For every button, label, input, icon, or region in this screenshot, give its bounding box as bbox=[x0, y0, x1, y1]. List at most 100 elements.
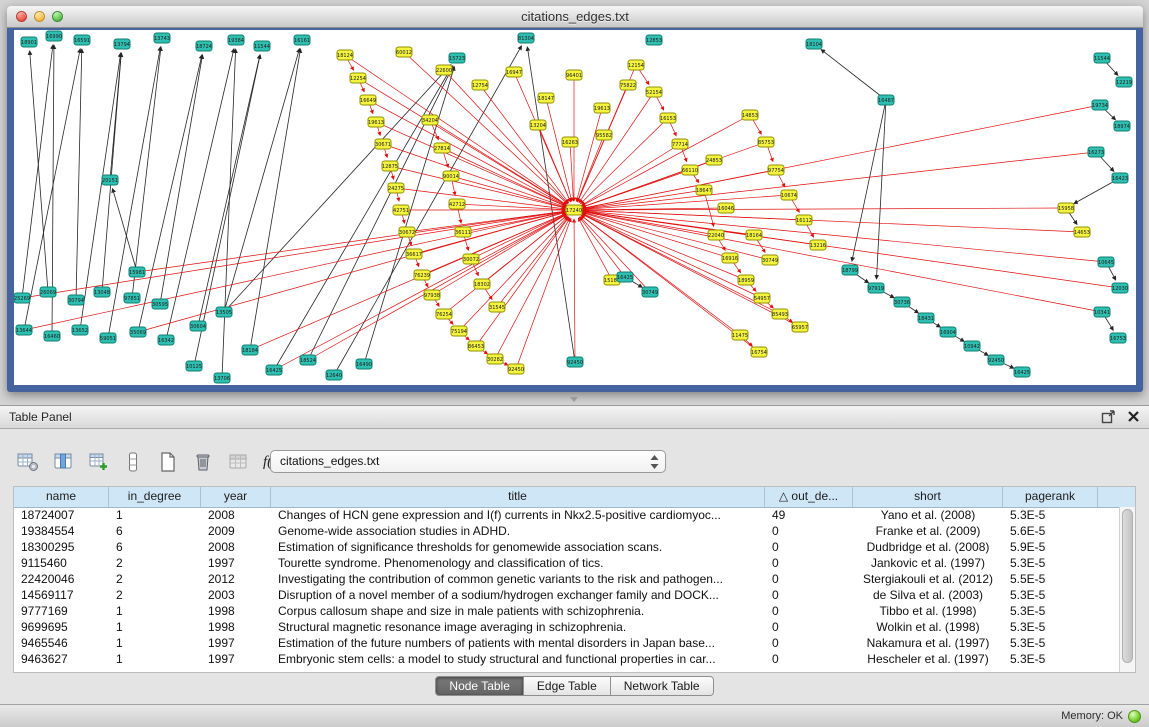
float-panel-icon[interactable] bbox=[1101, 409, 1116, 424]
column-visibility-icon[interactable] bbox=[51, 450, 75, 474]
network-edge[interactable] bbox=[583, 211, 1120, 288]
network-edge[interactable] bbox=[24, 212, 565, 330]
delete-table-icon[interactable] bbox=[191, 450, 215, 474]
network-node-label: 86453 bbox=[468, 344, 484, 350]
network-node-label: 13048 bbox=[94, 290, 110, 296]
network-edge[interactable] bbox=[821, 50, 886, 100]
table-gear-icon[interactable] bbox=[16, 450, 40, 474]
column-header-name[interactable]: name bbox=[14, 487, 109, 507]
column-header-in_degree[interactable]: in_degree bbox=[109, 487, 201, 507]
network-node-label: 15981 bbox=[129, 270, 145, 276]
network-edge[interactable] bbox=[583, 212, 1102, 312]
network-edge[interactable] bbox=[579, 217, 625, 277]
cell-name: 9777169 bbox=[14, 603, 109, 619]
network-edge[interactable] bbox=[194, 55, 260, 366]
network-edge[interactable] bbox=[113, 189, 137, 272]
network-edge[interactable] bbox=[852, 100, 886, 261]
table-scrollbar-thumb[interactable] bbox=[1122, 509, 1133, 663]
network-canvas[interactable]: 1724018124122541664919613306711287524275… bbox=[14, 30, 1136, 385]
network-node-label: 13204 bbox=[530, 123, 546, 129]
network-node-label: 77714 bbox=[672, 142, 688, 148]
network-edge[interactable] bbox=[574, 219, 575, 362]
import-table-icon[interactable] bbox=[226, 450, 250, 474]
network-edge[interactable] bbox=[570, 142, 573, 201]
network-node-label: 36617 bbox=[406, 252, 422, 258]
network-edge[interactable] bbox=[160, 55, 202, 304]
column-header-title[interactable]: title bbox=[271, 487, 765, 507]
minimize-window-button[interactable] bbox=[34, 11, 45, 22]
edit-column-icon[interactable] bbox=[86, 450, 110, 474]
network-edge[interactable] bbox=[583, 210, 1082, 232]
network-edge[interactable] bbox=[546, 98, 572, 201]
table-row[interactable]: 911546021997Tourette syndrome. Phenomeno… bbox=[14, 555, 1120, 571]
network-edge[interactable] bbox=[166, 49, 234, 340]
panel-splitter-handle[interactable] bbox=[567, 396, 581, 402]
network-edge[interactable] bbox=[138, 55, 202, 332]
network-edge[interactable] bbox=[138, 212, 565, 332]
table-row[interactable]: 1872400712008Changes of HCN gene express… bbox=[14, 507, 1120, 523]
close-window-button[interactable] bbox=[16, 11, 27, 22]
network-node-label: 16487 bbox=[878, 98, 894, 104]
window-titlebar[interactable]: citations_edges.txt bbox=[7, 6, 1143, 28]
tab-network-table[interactable]: Network Table bbox=[611, 676, 714, 696]
cell-name: 18724007 bbox=[14, 507, 109, 523]
table-row[interactable]: 2242004622012Investigating the contribut… bbox=[14, 571, 1120, 587]
new-table-icon[interactable] bbox=[156, 450, 180, 474]
close-panel-icon[interactable] bbox=[1126, 409, 1141, 424]
network-edge[interactable] bbox=[274, 214, 566, 370]
network-node-label: 12754 bbox=[472, 83, 488, 89]
zoom-window-button[interactable] bbox=[52, 11, 63, 22]
table-row[interactable]: 946554611997Estimation of the future num… bbox=[14, 635, 1120, 651]
column-header-pagerank[interactable]: pagerank bbox=[1003, 487, 1098, 507]
network-table-selector[interactable]: citations_edges.txt bbox=[270, 450, 666, 473]
table-row[interactable]: 969969511998Structural magnetic resonanc… bbox=[14, 619, 1120, 635]
table-scrollbar[interactable] bbox=[1119, 507, 1135, 672]
network-node-label: 42712 bbox=[449, 202, 465, 208]
cell-out_degree: 0 bbox=[765, 635, 853, 651]
cell-short: Dudbridge et al. (2008) bbox=[853, 539, 1003, 555]
cell-title: Disruption of a novel member of a sodium… bbox=[271, 587, 765, 603]
cell-name: 18300295 bbox=[14, 539, 109, 555]
network-edge[interactable] bbox=[876, 100, 886, 279]
network-edge[interactable] bbox=[132, 47, 161, 298]
network-edge[interactable] bbox=[577, 135, 604, 202]
network-edge[interactable] bbox=[582, 214, 800, 327]
table-row[interactable]: 977716911998Corpus callosum shape and si… bbox=[14, 603, 1120, 619]
tab-node-table[interactable]: Node Table bbox=[435, 676, 524, 696]
cell-year: 2012 bbox=[201, 571, 271, 587]
network-node-label: 76254 bbox=[436, 312, 452, 318]
network-edge[interactable] bbox=[22, 45, 53, 298]
cell-out_degree: 0 bbox=[765, 539, 853, 555]
tab-edge-table[interactable]: Edge Table bbox=[524, 676, 611, 696]
network-node-label: 10674 bbox=[781, 193, 797, 199]
cell-out_degree: 49 bbox=[765, 507, 853, 523]
table-row[interactable]: 1456911722003Disruption of a novel membe… bbox=[14, 587, 1120, 603]
network-edge[interactable] bbox=[516, 218, 571, 369]
table-row[interactable]: 1938455462009Genome-wide association stu… bbox=[14, 523, 1120, 539]
network-node-label: 42751 bbox=[393, 208, 409, 214]
cell-title: Changes of HCN gene expression and I(f) … bbox=[271, 507, 765, 523]
network-edge[interactable] bbox=[583, 212, 770, 260]
network-edge[interactable] bbox=[480, 85, 569, 203]
network-node-label: 16990 bbox=[46, 34, 62, 40]
network-edge[interactable] bbox=[497, 217, 568, 307]
column-header-year[interactable]: year bbox=[201, 487, 271, 507]
column-header-out_de[interactable]: △ out_de... bbox=[765, 487, 853, 507]
network-edge[interactable] bbox=[459, 217, 568, 331]
cell-year: 2003 bbox=[201, 587, 271, 603]
cell-short: Yano et al. (2008) bbox=[853, 507, 1003, 523]
network-edge[interactable] bbox=[76, 49, 82, 300]
table-row[interactable]: 946362711997Embryonic stem cells: a mode… bbox=[14, 651, 1120, 667]
network-node-label: 85753 bbox=[758, 140, 774, 146]
network-node-label: 36111 bbox=[455, 230, 471, 236]
table-toolbar: f(x) bbox=[16, 448, 286, 476]
single-column-icon[interactable] bbox=[121, 450, 145, 474]
network-edge[interactable] bbox=[250, 49, 301, 350]
network-node-label: 16263 bbox=[562, 140, 578, 146]
network-node-label: 16904 bbox=[940, 330, 956, 336]
column-header-short[interactable]: short bbox=[853, 487, 1003, 507]
network-svg[interactable]: 1724018124122541664919613306711287524275… bbox=[14, 30, 1136, 385]
table-row[interactable]: 1830029562008Estimation of significance … bbox=[14, 539, 1120, 555]
cell-name: 9465546 bbox=[14, 635, 109, 651]
network-edge[interactable] bbox=[430, 120, 566, 205]
